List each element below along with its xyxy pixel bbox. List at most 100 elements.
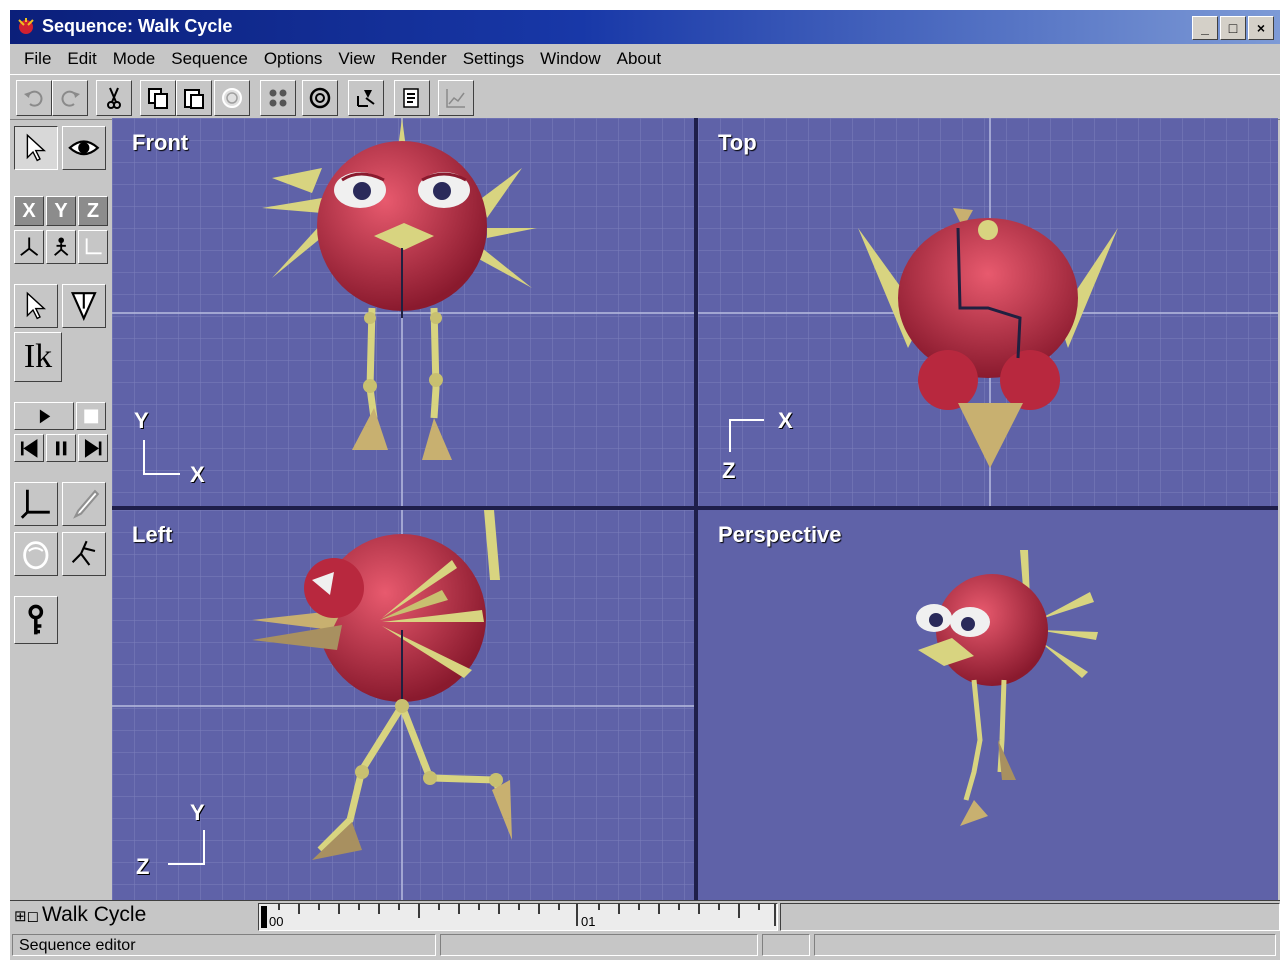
menu-options[interactable]: Options — [264, 49, 323, 69]
menu-render[interactable]: Render — [391, 49, 447, 69]
menu-bar: File Edit Mode Sequence Options View Ren… — [10, 44, 1280, 74]
menu-about[interactable]: About — [617, 49, 661, 69]
skip-back-icon — [20, 438, 38, 458]
key-tool-button[interactable] — [14, 596, 58, 644]
target-button[interactable] — [302, 80, 338, 116]
joint-tool-button[interactable] — [14, 482, 58, 526]
move-button[interactable] — [348, 80, 384, 116]
axis-gizmo — [143, 440, 180, 475]
move-icon — [357, 90, 375, 107]
timeline-bar: ⊞◻ Walk Cycle 00 01 — [10, 900, 1280, 931]
close-button[interactable]: × — [1248, 16, 1274, 40]
paste-button[interactable] — [176, 80, 212, 116]
minimize-button[interactable]: _ — [1192, 16, 1218, 40]
redo-button[interactable] — [52, 80, 88, 116]
ruler-ticks — [261, 904, 776, 928]
status-panel-4 — [814, 934, 1276, 956]
redo-icon — [61, 90, 80, 107]
axis-label-x: X — [778, 408, 793, 433]
window-title: Sequence: Walk Cycle — [42, 16, 233, 36]
axis-gizmo — [168, 830, 205, 865]
pause-button[interactable] — [46, 434, 76, 462]
axis-label-y: Y — [190, 800, 205, 825]
copy-button[interactable] — [140, 80, 176, 116]
view-eye-button[interactable] — [62, 126, 106, 170]
sequence-tree-item[interactable]: ⊞◻ Walk Cycle — [14, 903, 146, 927]
undo-button[interactable] — [16, 80, 52, 116]
paint-tool-button[interactable] — [62, 482, 106, 526]
axis-z-button[interactable]: Z — [78, 196, 108, 226]
toolbar — [10, 74, 1280, 120]
joint-angle-icon — [21, 490, 50, 519]
window-controls: _ □ × — [1192, 16, 1274, 40]
arrow-cursor-icon — [26, 133, 47, 162]
character-model-front — [262, 118, 537, 460]
stop-icon — [84, 409, 98, 423]
pointer-tool-button[interactable] — [14, 284, 58, 328]
select-tool-button[interactable] — [14, 126, 58, 170]
script-button[interactable] — [394, 80, 430, 116]
app-logo-icon — [18, 18, 34, 34]
graph-button[interactable] — [438, 80, 474, 116]
tick-label-00: 00 — [269, 914, 284, 929]
top-viewport[interactable]: Top X Z — [698, 118, 1278, 506]
menu-window[interactable]: Window — [540, 49, 600, 69]
tool-panel: X Y Z Ik — [10, 118, 112, 900]
brush-icon — [73, 489, 100, 519]
eye-icon — [68, 140, 100, 156]
cut-icon — [107, 87, 121, 109]
axis-label-y: Y — [134, 408, 149, 433]
ik-button[interactable]: Ik — [14, 332, 62, 382]
render-sphere-icon — [222, 88, 242, 108]
pen-tool-button[interactable] — [62, 284, 106, 328]
skeleton-tool-button[interactable] — [62, 532, 106, 576]
menu-mode[interactable]: Mode — [113, 49, 156, 69]
menu-settings[interactable]: Settings — [463, 49, 524, 69]
axis-label-z: Z — [136, 854, 150, 879]
undo-icon — [24, 90, 43, 107]
menu-sequence[interactable]: Sequence — [171, 49, 248, 69]
cut-button[interactable] — [96, 80, 132, 116]
axis-label-x: X — [190, 462, 205, 487]
stop-button[interactable] — [76, 402, 106, 430]
title-bar[interactable]: Sequence: Walk Cycle _ □ × — [10, 10, 1280, 44]
play-button[interactable] — [14, 402, 74, 430]
status-panel-3 — [762, 934, 810, 956]
tick-label-01: 01 — [581, 914, 596, 929]
menu-view[interactable]: View — [338, 49, 375, 69]
figure-axis-button[interactable] — [46, 230, 76, 264]
timeline-ruler[interactable]: 00 01 — [258, 903, 778, 931]
arrow-cursor-icon — [26, 291, 47, 320]
grid-icon — [269, 89, 287, 107]
axis-tripod-icon — [20, 237, 38, 257]
left-viewport[interactable]: Left Y Z — [112, 510, 694, 900]
axis-x-button[interactable]: X — [14, 196, 44, 226]
timeline-track[interactable] — [780, 903, 1280, 931]
status-bar: Sequence editor — [10, 932, 1280, 960]
application-window: Sequence: Walk Cycle _ □ × File Edit Mod… — [10, 10, 1280, 960]
menu-file[interactable]: File — [24, 49, 51, 69]
paste-icon — [184, 89, 204, 109]
graph-icon — [446, 89, 465, 108]
rewind-button[interactable] — [14, 434, 44, 462]
viewport-area: Front Y X Top X Z Left Y Z Perspective — [112, 118, 1278, 900]
local-axis-button[interactable] — [14, 230, 44, 264]
viewport-label-top: Top — [718, 130, 757, 155]
axis-y-button[interactable]: Y — [46, 196, 76, 226]
render-sphere-button[interactable] — [214, 80, 250, 116]
front-viewport[interactable]: Front Y X — [112, 118, 694, 506]
shape-tool-button[interactable] — [14, 532, 58, 576]
axis-label-z: Z — [722, 458, 736, 483]
key-icon — [28, 604, 44, 634]
play-icon — [39, 409, 51, 423]
expand-toggle-icon: ⊞◻ — [14, 908, 40, 925]
perspective-viewport[interactable]: Perspective — [698, 510, 1278, 900]
status-text: Sequence editor — [12, 934, 436, 956]
pen-nib-icon — [71, 292, 97, 322]
screen-axis-button[interactable] — [78, 230, 108, 264]
copy-icon — [148, 88, 168, 109]
grid-button[interactable] — [260, 80, 296, 116]
menu-edit[interactable]: Edit — [67, 49, 96, 69]
maximize-button[interactable]: □ — [1220, 16, 1246, 40]
fast-forward-button[interactable] — [78, 434, 108, 462]
